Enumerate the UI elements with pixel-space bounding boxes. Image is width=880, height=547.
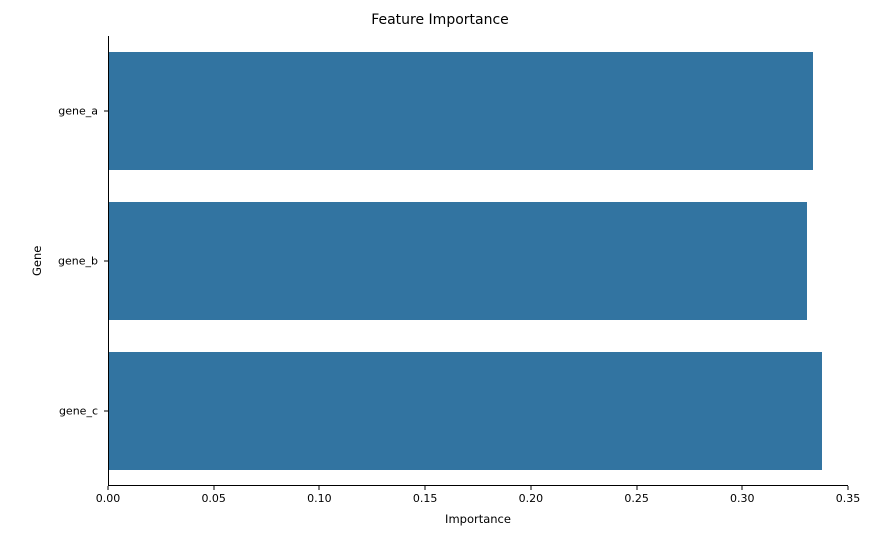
xtick-mark bbox=[530, 486, 531, 490]
ytick-mark bbox=[104, 261, 108, 262]
xtick-label-2: 0.10 bbox=[307, 492, 332, 505]
bar-gene-a bbox=[109, 52, 813, 170]
xtick-label-7: 0.35 bbox=[836, 492, 861, 505]
bar-chart: Feature Importance Gene gene_a gene_b ge… bbox=[0, 0, 880, 547]
xtick-mark bbox=[108, 486, 109, 490]
xtick-mark bbox=[425, 486, 426, 490]
xtick-mark bbox=[636, 486, 637, 490]
plot-area bbox=[108, 36, 848, 486]
chart-title: Feature Importance bbox=[0, 12, 880, 28]
xtick-label-5: 0.25 bbox=[624, 492, 649, 505]
ytick-mark bbox=[104, 411, 108, 412]
xtick-label-4: 0.20 bbox=[519, 492, 544, 505]
xtick-label-0: 0.00 bbox=[96, 492, 121, 505]
xtick-mark bbox=[742, 486, 743, 490]
xtick-mark bbox=[848, 486, 849, 490]
ytick-label-gene-b: gene_b bbox=[58, 255, 98, 268]
bar-gene-b bbox=[109, 202, 807, 320]
xtick-label-6: 0.30 bbox=[730, 492, 755, 505]
ytick-label-gene-c: gene_c bbox=[59, 405, 98, 418]
xtick-label-1: 0.05 bbox=[201, 492, 226, 505]
x-axis-label: Importance bbox=[108, 512, 848, 526]
y-axis-label: Gene bbox=[30, 36, 44, 486]
bar-gene-c bbox=[109, 352, 822, 470]
xtick-label-3: 0.15 bbox=[413, 492, 438, 505]
xtick-mark bbox=[213, 486, 214, 490]
ytick-mark bbox=[104, 111, 108, 112]
xtick-mark bbox=[319, 486, 320, 490]
ytick-label-gene-a: gene_a bbox=[58, 105, 98, 118]
